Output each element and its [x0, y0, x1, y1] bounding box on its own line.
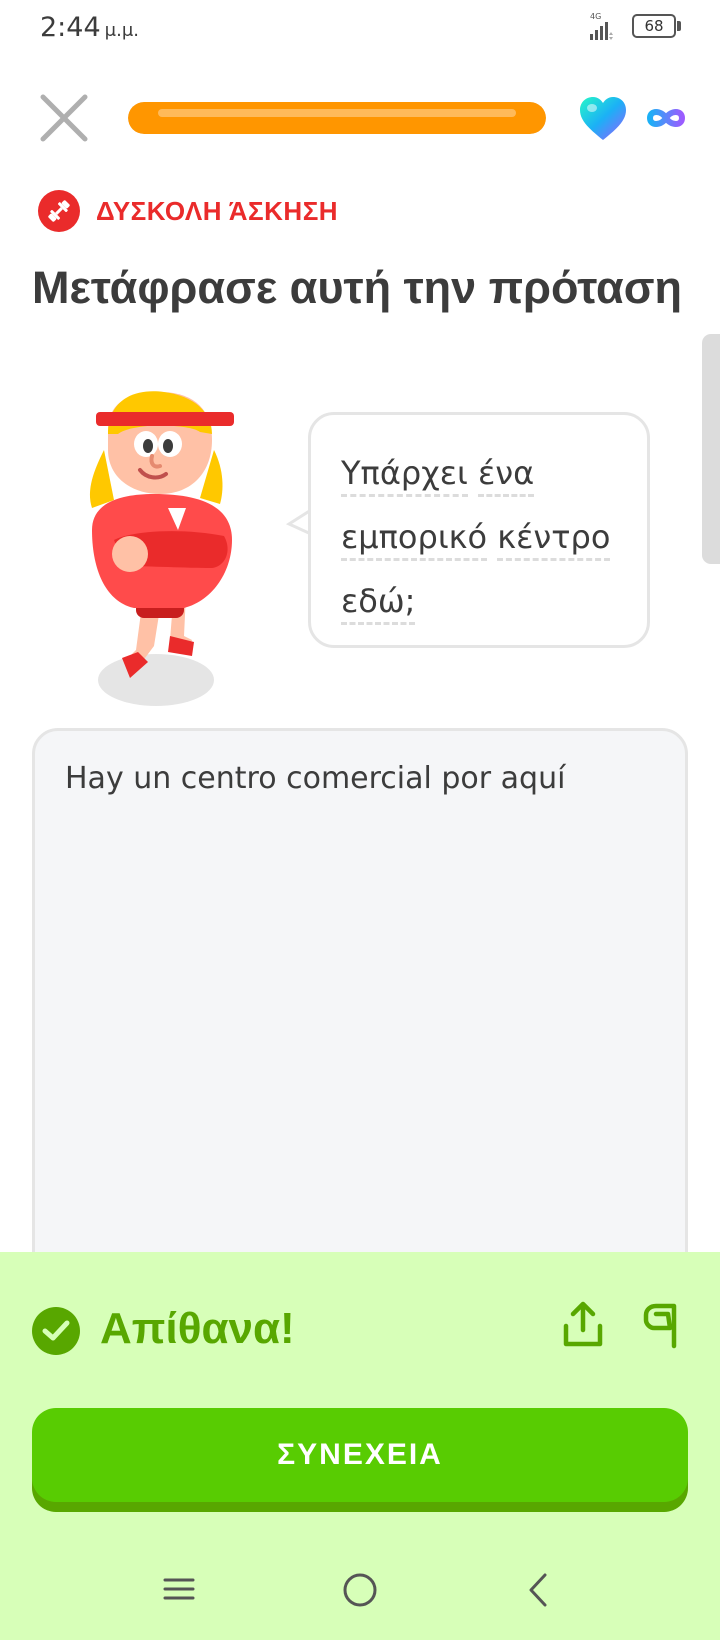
- back-icon[interactable]: [526, 1572, 550, 1608]
- answer-text: Hay un centro comercial por aquí: [65, 761, 566, 796]
- infinity-icon: [646, 109, 686, 127]
- menu-icon[interactable]: [162, 1576, 196, 1602]
- feedback-title: Απίθανα!: [100, 1304, 295, 1353]
- lesson-progress-bar: [128, 102, 546, 134]
- exercise-title: Μετάφρασε αυτή την πρόταση: [32, 262, 682, 313]
- signal-icon: 4G: [590, 12, 613, 40]
- battery-indicator: 68: [632, 14, 676, 38]
- status-time: 2:44 μ.μ.: [40, 12, 139, 43]
- check-icon: [42, 1320, 70, 1341]
- network-type: 4G: [590, 12, 601, 21]
- dumbbell-icon: [48, 200, 70, 222]
- home-icon[interactable]: [342, 1572, 378, 1608]
- continue-button[interactable]: ΣΥΝΕΧΕΙΑ: [32, 1408, 688, 1502]
- prompt-word[interactable]: εμπορικό: [341, 518, 488, 561]
- progress-shine: [158, 109, 516, 117]
- close-button[interactable]: [34, 88, 94, 148]
- character-illustration: [89, 391, 234, 706]
- prompt-word[interactable]: Υπάρχει: [341, 454, 468, 497]
- speech-bubble: Υπάρχει ένα εμπορικό κέντρο εδώ;: [308, 412, 650, 648]
- battery-tip: [677, 21, 681, 31]
- status-time-value: 2:44: [40, 12, 101, 43]
- prompt-word[interactable]: κέντρο: [497, 518, 611, 561]
- status-ampm: μ.μ.: [104, 20, 139, 41]
- hard-exercise-label: ΔΥΣΚΟΛΗ ΆΣΚΗΣΗ: [96, 196, 339, 226]
- flag-icon[interactable]: [640, 1300, 686, 1350]
- share-icon[interactable]: [560, 1300, 606, 1350]
- close-icon: [40, 94, 88, 142]
- correct-badge: [32, 1307, 80, 1355]
- prompt-word[interactable]: ένα: [478, 454, 535, 497]
- hard-exercise-badge-icon: [38, 190, 80, 232]
- scroll-handle[interactable]: [702, 334, 720, 564]
- prompt-word[interactable]: εδώ;: [341, 582, 416, 625]
- answer-textarea[interactable]: Hay un centro comercial por aquí: [32, 728, 688, 1288]
- prompt-sentence: Υπάρχει ένα εμπορικό κέντρο εδώ;: [341, 441, 627, 633]
- heart-icon[interactable]: [578, 96, 628, 142]
- progress-fill: [128, 102, 546, 134]
